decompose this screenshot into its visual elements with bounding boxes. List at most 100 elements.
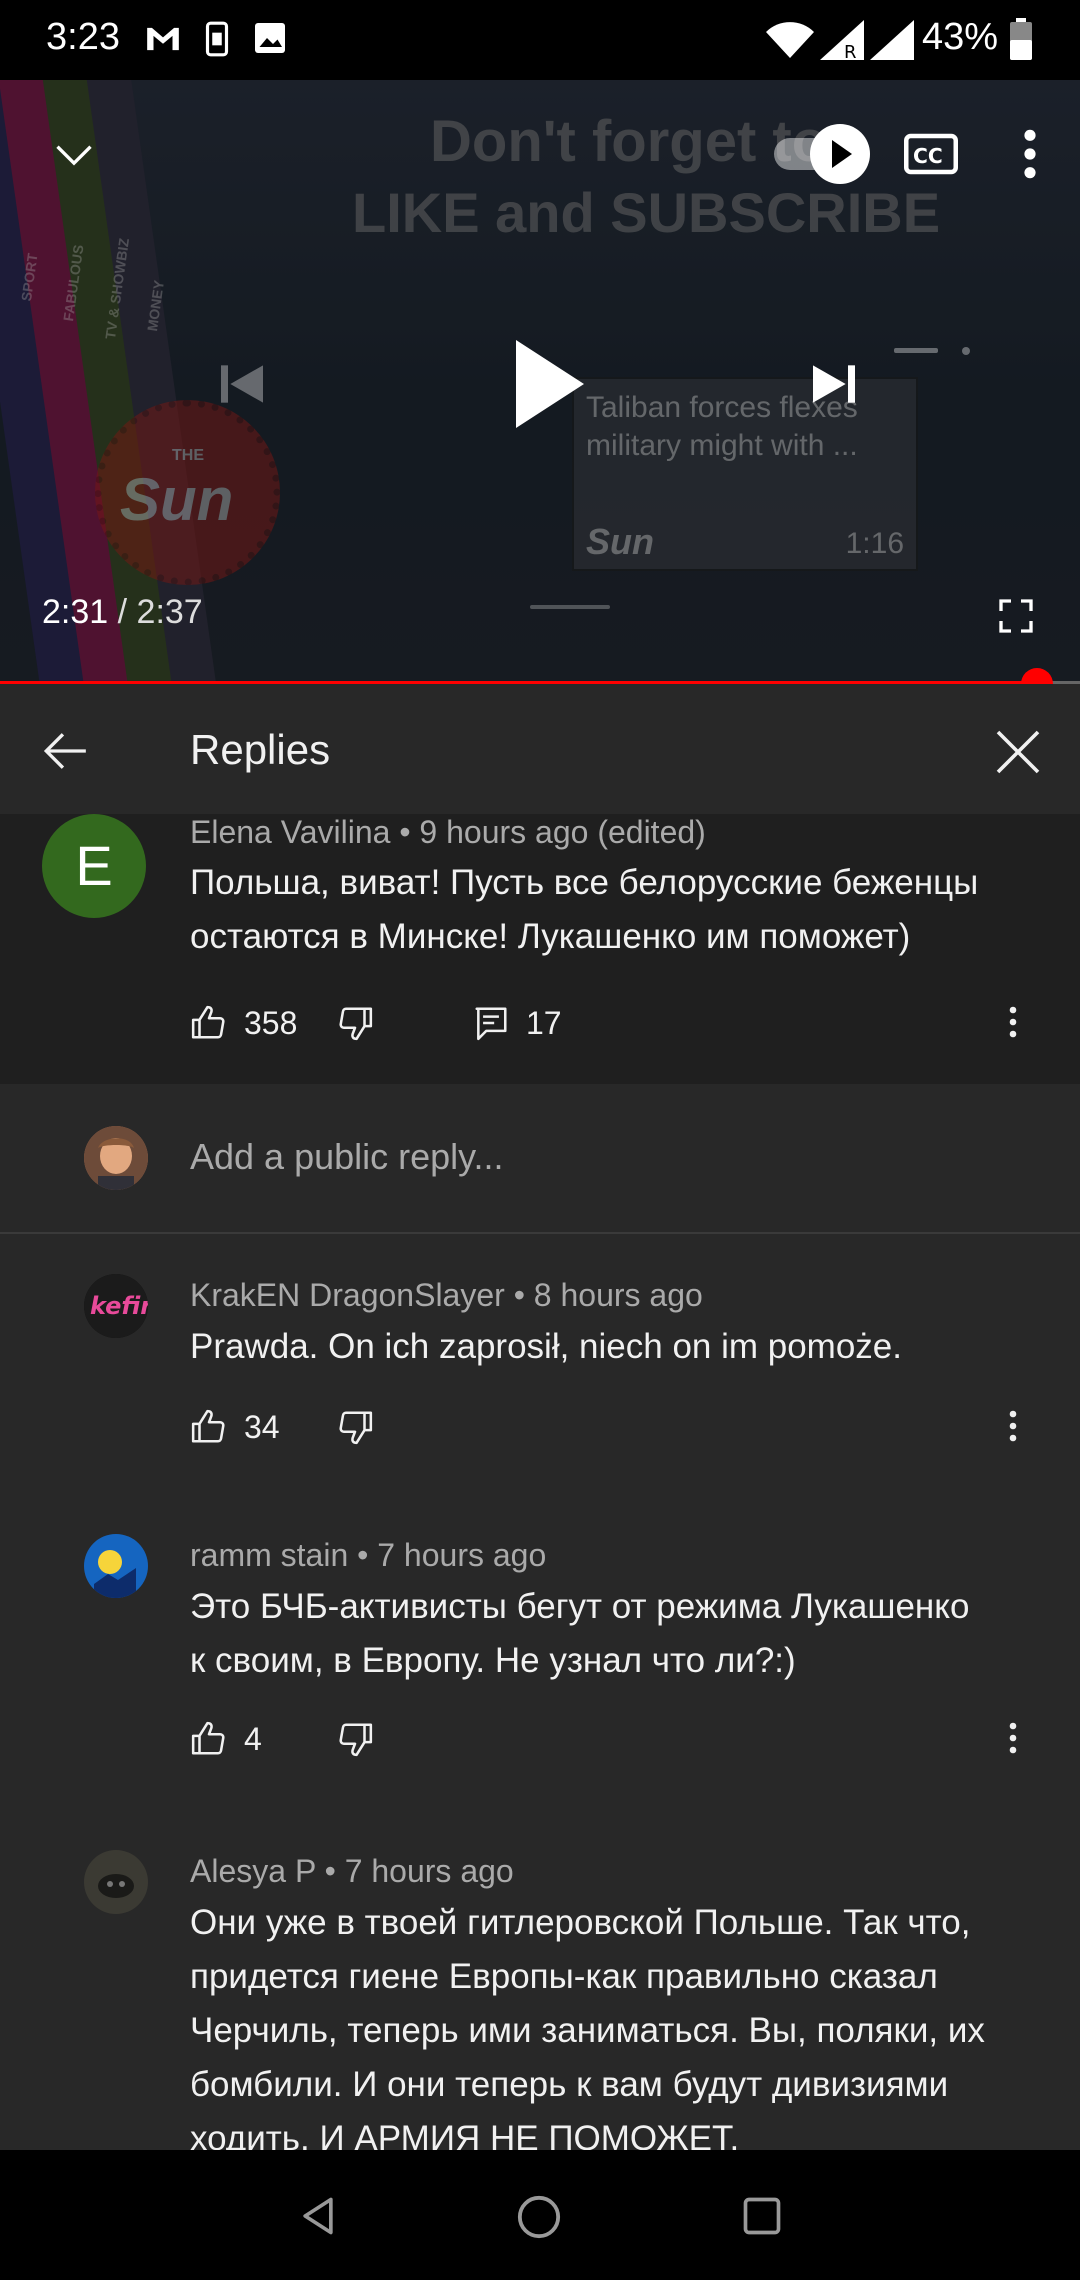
dislike-button[interactable] <box>336 1004 374 1042</box>
avatar[interactable]: E <box>42 814 146 918</box>
drag-handle[interactable] <box>530 605 610 609</box>
comment-more-icon[interactable] <box>1006 1004 1020 1040</box>
comment-more-icon[interactable] <box>1006 1408 1020 1444</box>
closed-captions-icon[interactable]: CC <box>904 124 958 184</box>
meta-separator: • <box>399 814 411 850</box>
thumbs-up-icon <box>191 1409 225 1443</box>
thumbs-up-icon <box>191 1721 225 1755</box>
comment-time: 7 hours ago <box>344 1853 514 1889</box>
svg-text:R: R <box>844 42 857 60</box>
wifi-icon <box>766 22 814 58</box>
comment-icon <box>475 1007 507 1041</box>
comment-text-line: Это БЧБ-активисты бегут от режима Лукаше… <box>190 1587 970 1626</box>
comment-text-line: Польша, виват! Пусть все белорусские беж… <box>190 863 979 902</box>
playback-time: 2:31 / 2:37 <box>42 593 203 632</box>
nav-recents-icon[interactable] <box>740 2194 784 2238</box>
comment-text: Польша, виват! Пусть все белорусские беж… <box>190 856 1050 964</box>
reply-item: Alesya P • 7 hours ago Они уже в твоей г… <box>0 1840 1080 2150</box>
nav-back-icon[interactable] <box>296 2194 340 2238</box>
comment-text: Это БЧБ-активисты бегут от режима Лукаше… <box>190 1580 1050 1688</box>
progress-fill <box>0 681 1037 684</box>
avatar[interactable] <box>84 1850 148 1914</box>
comment-actions: 358 17 <box>190 1004 1050 1054</box>
play-icon[interactable] <box>508 334 588 434</box>
comment-meta: Elena Vavilina • 9 hours ago (edited) <box>190 814 706 851</box>
svg-text:kefir: kefir <box>90 1292 148 1320</box>
autoplay-toggle[interactable] <box>770 120 874 188</box>
avatar[interactable] <box>84 1534 148 1598</box>
replies-header: Replies <box>0 690 1080 814</box>
like-count: 4 <box>244 1720 262 1757</box>
next-icon[interactable] <box>806 356 862 412</box>
user-avatar[interactable] <box>84 1126 148 1190</box>
gmail-icon <box>147 27 179 51</box>
comment-meta: KrakEN DragonSlayer • 8 hours ago <box>190 1277 703 1314</box>
like-button[interactable]: 358 <box>190 1004 297 1042</box>
signal-roaming-icon: R <box>820 20 864 60</box>
comment-text: Prawda. On ich zaprosił, niech on im pom… <box>190 1320 1050 1374</box>
comment-time: 9 hours ago (edited) <box>419 814 706 850</box>
thumbs-down-icon <box>339 1411 373 1445</box>
previous-icon[interactable] <box>214 356 270 412</box>
comment-time: 7 hours ago <box>377 1537 547 1573</box>
meta-separator: • <box>357 1537 369 1573</box>
like-button[interactable]: 34 <box>190 1408 280 1446</box>
battery-icon <box>1010 18 1032 60</box>
replies-title: Replies <box>190 726 331 773</box>
comment-text-line: ходить. И АРМИЯ НЕ ПОМОЖЕТ. <box>190 2119 740 2150</box>
meta-separator: • <box>513 1277 525 1313</box>
pager-dots <box>894 347 970 355</box>
comment-author[interactable]: Alesya P <box>190 1853 316 1889</box>
comment-text: Они уже в твоей гитлеровской Польше. Так… <box>190 1896 1050 2150</box>
reply-input-row: Add a public reply... <box>0 1084 1080 1234</box>
dislike-button[interactable] <box>336 1720 374 1758</box>
thumbs-up-icon <box>191 1005 225 1039</box>
comment-meta: Alesya P • 7 hours ago <box>190 1853 514 1890</box>
svg-text:CC: CC <box>913 144 943 168</box>
thumbs-down-icon <box>339 1007 373 1041</box>
time-separator: / <box>108 593 137 631</box>
comment-author[interactable]: Elena Vavilina <box>190 814 390 850</box>
comment-meta: ramm stain • 7 hours ago <box>190 1537 546 1574</box>
like-count: 34 <box>244 1408 280 1445</box>
comment-text-line: Они уже в твоей гитлеровской Польше. Так… <box>190 1903 971 1942</box>
comment-author[interactable]: ramm stain <box>190 1537 348 1573</box>
comment-actions: 4 <box>190 1720 1050 1770</box>
like-count: 358 <box>244 1004 298 1041</box>
comment-text-line: к своим, в Европу. Не узнал что ли?:) <box>190 1641 796 1680</box>
close-icon[interactable] <box>994 728 1042 776</box>
comment-text-line: Prawda. On ich zaprosił, niech on im pom… <box>190 1327 902 1366</box>
back-arrow-icon[interactable] <box>40 726 90 776</box>
more-options-icon[interactable] <box>1014 126 1046 182</box>
reply-input[interactable]: Add a public reply... <box>190 1136 504 1178</box>
system-nav-bar <box>0 2150 1080 2280</box>
comment-actions: 34 <box>190 1408 1050 1458</box>
status-bar: 3:23 R 43% <box>0 0 1080 80</box>
gallery-icon <box>255 23 285 53</box>
dislike-button[interactable] <box>336 1408 374 1446</box>
thumbs-down-icon <box>339 1723 373 1757</box>
comment-text-line: придется гиене Европы-как правильно сказ… <box>190 1957 938 1996</box>
nav-home-icon[interactable] <box>516 2194 562 2240</box>
avatar[interactable]: kefir <box>84 1274 148 1338</box>
video-duration: 2:37 <box>136 593 203 631</box>
comment-author[interactable]: KrakEN DragonSlayer <box>190 1277 505 1313</box>
replies-count-button[interactable]: 17 <box>472 1004 562 1042</box>
comment-more-icon[interactable] <box>1006 1720 1020 1756</box>
fullscreen-icon[interactable] <box>996 596 1036 636</box>
video-player[interactable]: SPORT FABULOUS TV & SHOWBIZ MONEY Don't … <box>0 80 1080 684</box>
status-time: 3:23 <box>46 16 120 58</box>
parent-comment: E Elena Vavilina • 9 hours ago (edited) … <box>0 814 1080 1084</box>
minimize-chevron-down-icon[interactable] <box>52 132 96 176</box>
signal-icon <box>870 20 914 60</box>
comment-text-line: Черчиль, теперь ими заниматься. Вы, поля… <box>190 2011 985 2050</box>
sim-icon <box>205 21 229 57</box>
comment-text-line: остаются в Минске! Лукашенко им поможет) <box>190 917 911 956</box>
reply-count: 17 <box>526 1004 562 1041</box>
comment-time: 8 hours ago <box>533 1277 703 1313</box>
like-button[interactable]: 4 <box>190 1720 262 1758</box>
meta-separator: • <box>324 1853 336 1889</box>
battery-percent: 43% <box>922 16 999 58</box>
comment-text-line: бомбили. И они теперь к вам будут дивизи… <box>190 2065 949 2104</box>
current-time: 2:31 <box>42 593 109 631</box>
